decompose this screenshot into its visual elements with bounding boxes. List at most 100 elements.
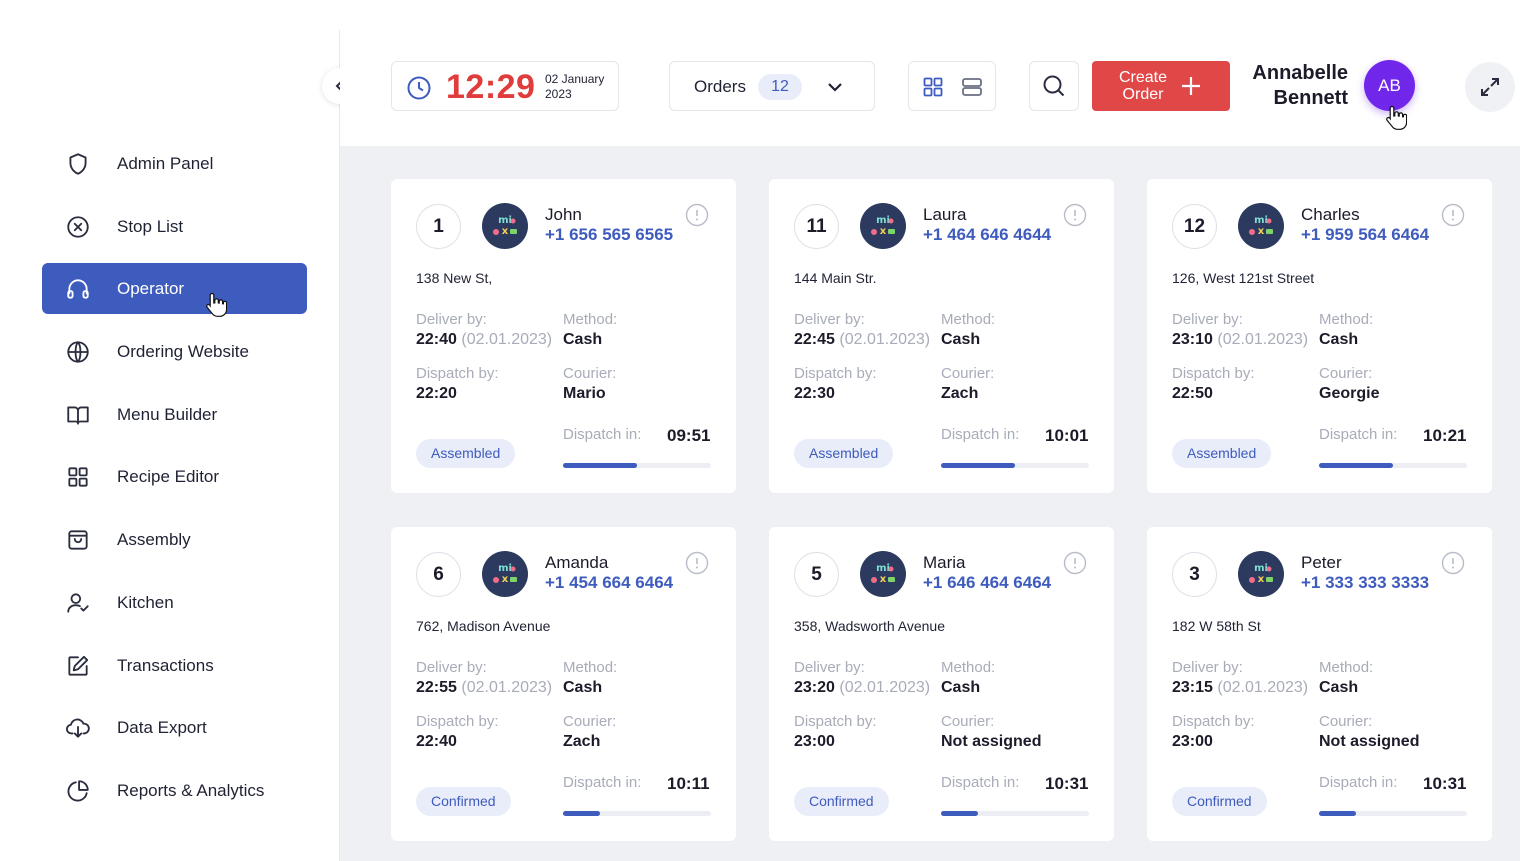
orders-grid: 1 mi x John +1 656 565 6565 138 New St, D… bbox=[340, 146, 1520, 861]
sidebar-item-label: Transactions bbox=[117, 655, 214, 675]
sidebar-item-recipe-editor[interactable]: Recipe Editor bbox=[42, 451, 307, 502]
dispatch-in-timer: 09:51 bbox=[667, 426, 711, 445]
x-circle-icon bbox=[65, 214, 91, 240]
customer-phone[interactable]: +1 333 333 3333 bbox=[1301, 573, 1429, 593]
sidebar-item-kitchen[interactable]: Kitchen bbox=[42, 577, 307, 628]
svg-text:mi: mi bbox=[876, 563, 890, 574]
dispatch-progress-bar bbox=[563, 811, 711, 816]
svg-text:mi: mi bbox=[498, 563, 512, 574]
svg-text:x: x bbox=[502, 574, 509, 585]
svg-text:x: x bbox=[1258, 574, 1265, 585]
customer-phone[interactable]: +1 646 464 6464 bbox=[923, 573, 1051, 593]
dispatch-by-label: Dispatch by: bbox=[1172, 713, 1255, 730]
dispatch-progress-bar bbox=[941, 463, 1089, 468]
restaurant-logo-icon: mi x bbox=[1238, 551, 1284, 597]
cloud-download-icon bbox=[65, 715, 91, 741]
fullscreen-button[interactable] bbox=[1465, 62, 1515, 112]
headphones-icon bbox=[65, 276, 91, 302]
payment-method: Cash bbox=[563, 679, 603, 696]
sidebar-item-label: Data Export bbox=[117, 718, 207, 738]
sidebar-item-stop-list[interactable]: Stop List bbox=[42, 201, 307, 252]
sidebar-item-operator[interactable]: Operator bbox=[42, 263, 307, 315]
courier-label: Courier: bbox=[563, 713, 617, 730]
delivery-address: 182 W 58th St bbox=[1172, 618, 1261, 634]
courier-label: Courier: bbox=[941, 713, 995, 730]
dispatch-in-label: Dispatch in: bbox=[941, 774, 1020, 791]
dispatch-by-value: 23:00 bbox=[1172, 733, 1213, 750]
dispatch-in-label: Dispatch in: bbox=[563, 426, 642, 443]
dispatch-progress-bar bbox=[1319, 811, 1467, 816]
order-card[interactable]: 11 mi x Laura +1 464 646 4644 144 Main St… bbox=[769, 179, 1114, 493]
order-card[interactable]: 6 mi x Amanda +1 454 664 6464 762, Madiso… bbox=[391, 527, 736, 841]
dispatch-by-label: Dispatch by: bbox=[794, 365, 877, 382]
search-button[interactable] bbox=[1029, 61, 1079, 111]
delivery-address: 138 New St, bbox=[416, 270, 493, 286]
deliver-by-label: Deliver by: bbox=[1172, 311, 1243, 328]
dispatch-progress-bar bbox=[563, 463, 711, 468]
order-number: 1 bbox=[416, 204, 461, 249]
deliver-date: (02.01.2023) bbox=[1217, 331, 1309, 348]
customer-phone[interactable]: +1 464 646 4644 bbox=[923, 225, 1051, 245]
restaurant-logo-icon: mi x bbox=[482, 551, 528, 597]
sidebar-item-admin-panel[interactable]: Admin Panel bbox=[42, 138, 307, 189]
customer-phone[interactable]: +1 656 565 6565 bbox=[545, 225, 673, 245]
sidebar-item-menu-builder[interactable]: Menu Builder bbox=[42, 389, 307, 440]
customer-name: Charles bbox=[1301, 205, 1360, 224]
create-order-button[interactable]: Create Order bbox=[1092, 61, 1230, 111]
dispatch-by-label: Dispatch by: bbox=[416, 713, 499, 730]
customer-phone[interactable]: +1 454 664 6464 bbox=[545, 573, 673, 593]
method-label: Method: bbox=[1319, 311, 1374, 328]
courier-value: Not assigned bbox=[1319, 733, 1420, 750]
sidebar-item-label: Kitchen bbox=[117, 592, 174, 612]
dispatch-by-value: 22:40 bbox=[416, 733, 457, 750]
plus-icon bbox=[1180, 75, 1202, 97]
order-number: 5 bbox=[794, 552, 839, 597]
deliver-time: 23:15 bbox=[1172, 679, 1213, 696]
grid-icon bbox=[65, 464, 91, 490]
dispatch-in-label: Dispatch in: bbox=[941, 426, 1020, 443]
info-icon[interactable] bbox=[1063, 551, 1087, 575]
orders-dropdown[interactable]: Orders 12 bbox=[669, 61, 875, 111]
order-card[interactable]: 5 mi x Maria +1 646 464 6464 358, Wadswor… bbox=[769, 527, 1114, 841]
sidebar-item-assembly[interactable]: Assembly bbox=[42, 514, 307, 565]
dispatch-progress-fill bbox=[563, 811, 600, 816]
info-icon[interactable] bbox=[1063, 203, 1087, 227]
customer-phone[interactable]: +1 959 564 6464 bbox=[1301, 225, 1429, 245]
courier-value: Not assigned bbox=[941, 733, 1042, 750]
current-date: 02 January 2023 bbox=[545, 72, 605, 101]
sidebar-item-data-export[interactable]: Data Export bbox=[42, 702, 307, 753]
order-card[interactable]: 3 mi x Peter +1 333 333 3333 182 W 58th S… bbox=[1147, 527, 1492, 841]
orders-label: Orders bbox=[694, 77, 746, 96]
courier-value: Zach bbox=[563, 733, 601, 750]
status-badge: Assembled bbox=[416, 439, 516, 468]
info-icon[interactable] bbox=[1441, 203, 1465, 227]
sidebar-item-ordering-website[interactable]: Ordering Website bbox=[42, 326, 307, 377]
deliver-date: (02.01.2023) bbox=[839, 679, 931, 696]
courier-label: Courier: bbox=[1319, 713, 1373, 730]
shield-icon bbox=[65, 151, 91, 177]
sidebar: Admin Panel Stop List Operator Ordering … bbox=[0, 0, 340, 861]
status-badge: Assembled bbox=[794, 439, 894, 468]
info-icon[interactable] bbox=[685, 203, 709, 227]
order-number: 12 bbox=[1172, 204, 1217, 249]
globe-icon bbox=[65, 339, 91, 365]
deliver-time: 23:10 bbox=[1172, 331, 1213, 348]
avatar[interactable]: AB bbox=[1364, 60, 1415, 111]
deliver-time: 22:55 bbox=[416, 679, 457, 696]
delivery-address: 358, Wadsworth Avenue bbox=[794, 618, 945, 634]
list-view-icon[interactable] bbox=[960, 75, 984, 99]
current-time: 12:29 bbox=[446, 68, 536, 106]
sidebar-item-reports-analytics[interactable]: Reports & Analytics bbox=[42, 765, 307, 816]
order-card[interactable]: 1 mi x John +1 656 565 6565 138 New St, D… bbox=[391, 179, 736, 493]
grid-view-icon[interactable] bbox=[921, 75, 945, 99]
info-icon[interactable] bbox=[685, 551, 709, 575]
status-badge: Assembled bbox=[1172, 439, 1272, 468]
delivery-address: 126, West 121st Street bbox=[1172, 270, 1315, 286]
customer-name: Laura bbox=[923, 205, 967, 224]
order-number: 3 bbox=[1172, 552, 1217, 597]
order-number: 6 bbox=[416, 552, 461, 597]
info-icon[interactable] bbox=[1441, 551, 1465, 575]
sidebar-item-transactions[interactable]: Transactions bbox=[42, 640, 307, 691]
order-card[interactable]: 12 mi x Charles +1 959 564 6464 126, West… bbox=[1147, 179, 1492, 493]
svg-text:x: x bbox=[880, 574, 887, 585]
